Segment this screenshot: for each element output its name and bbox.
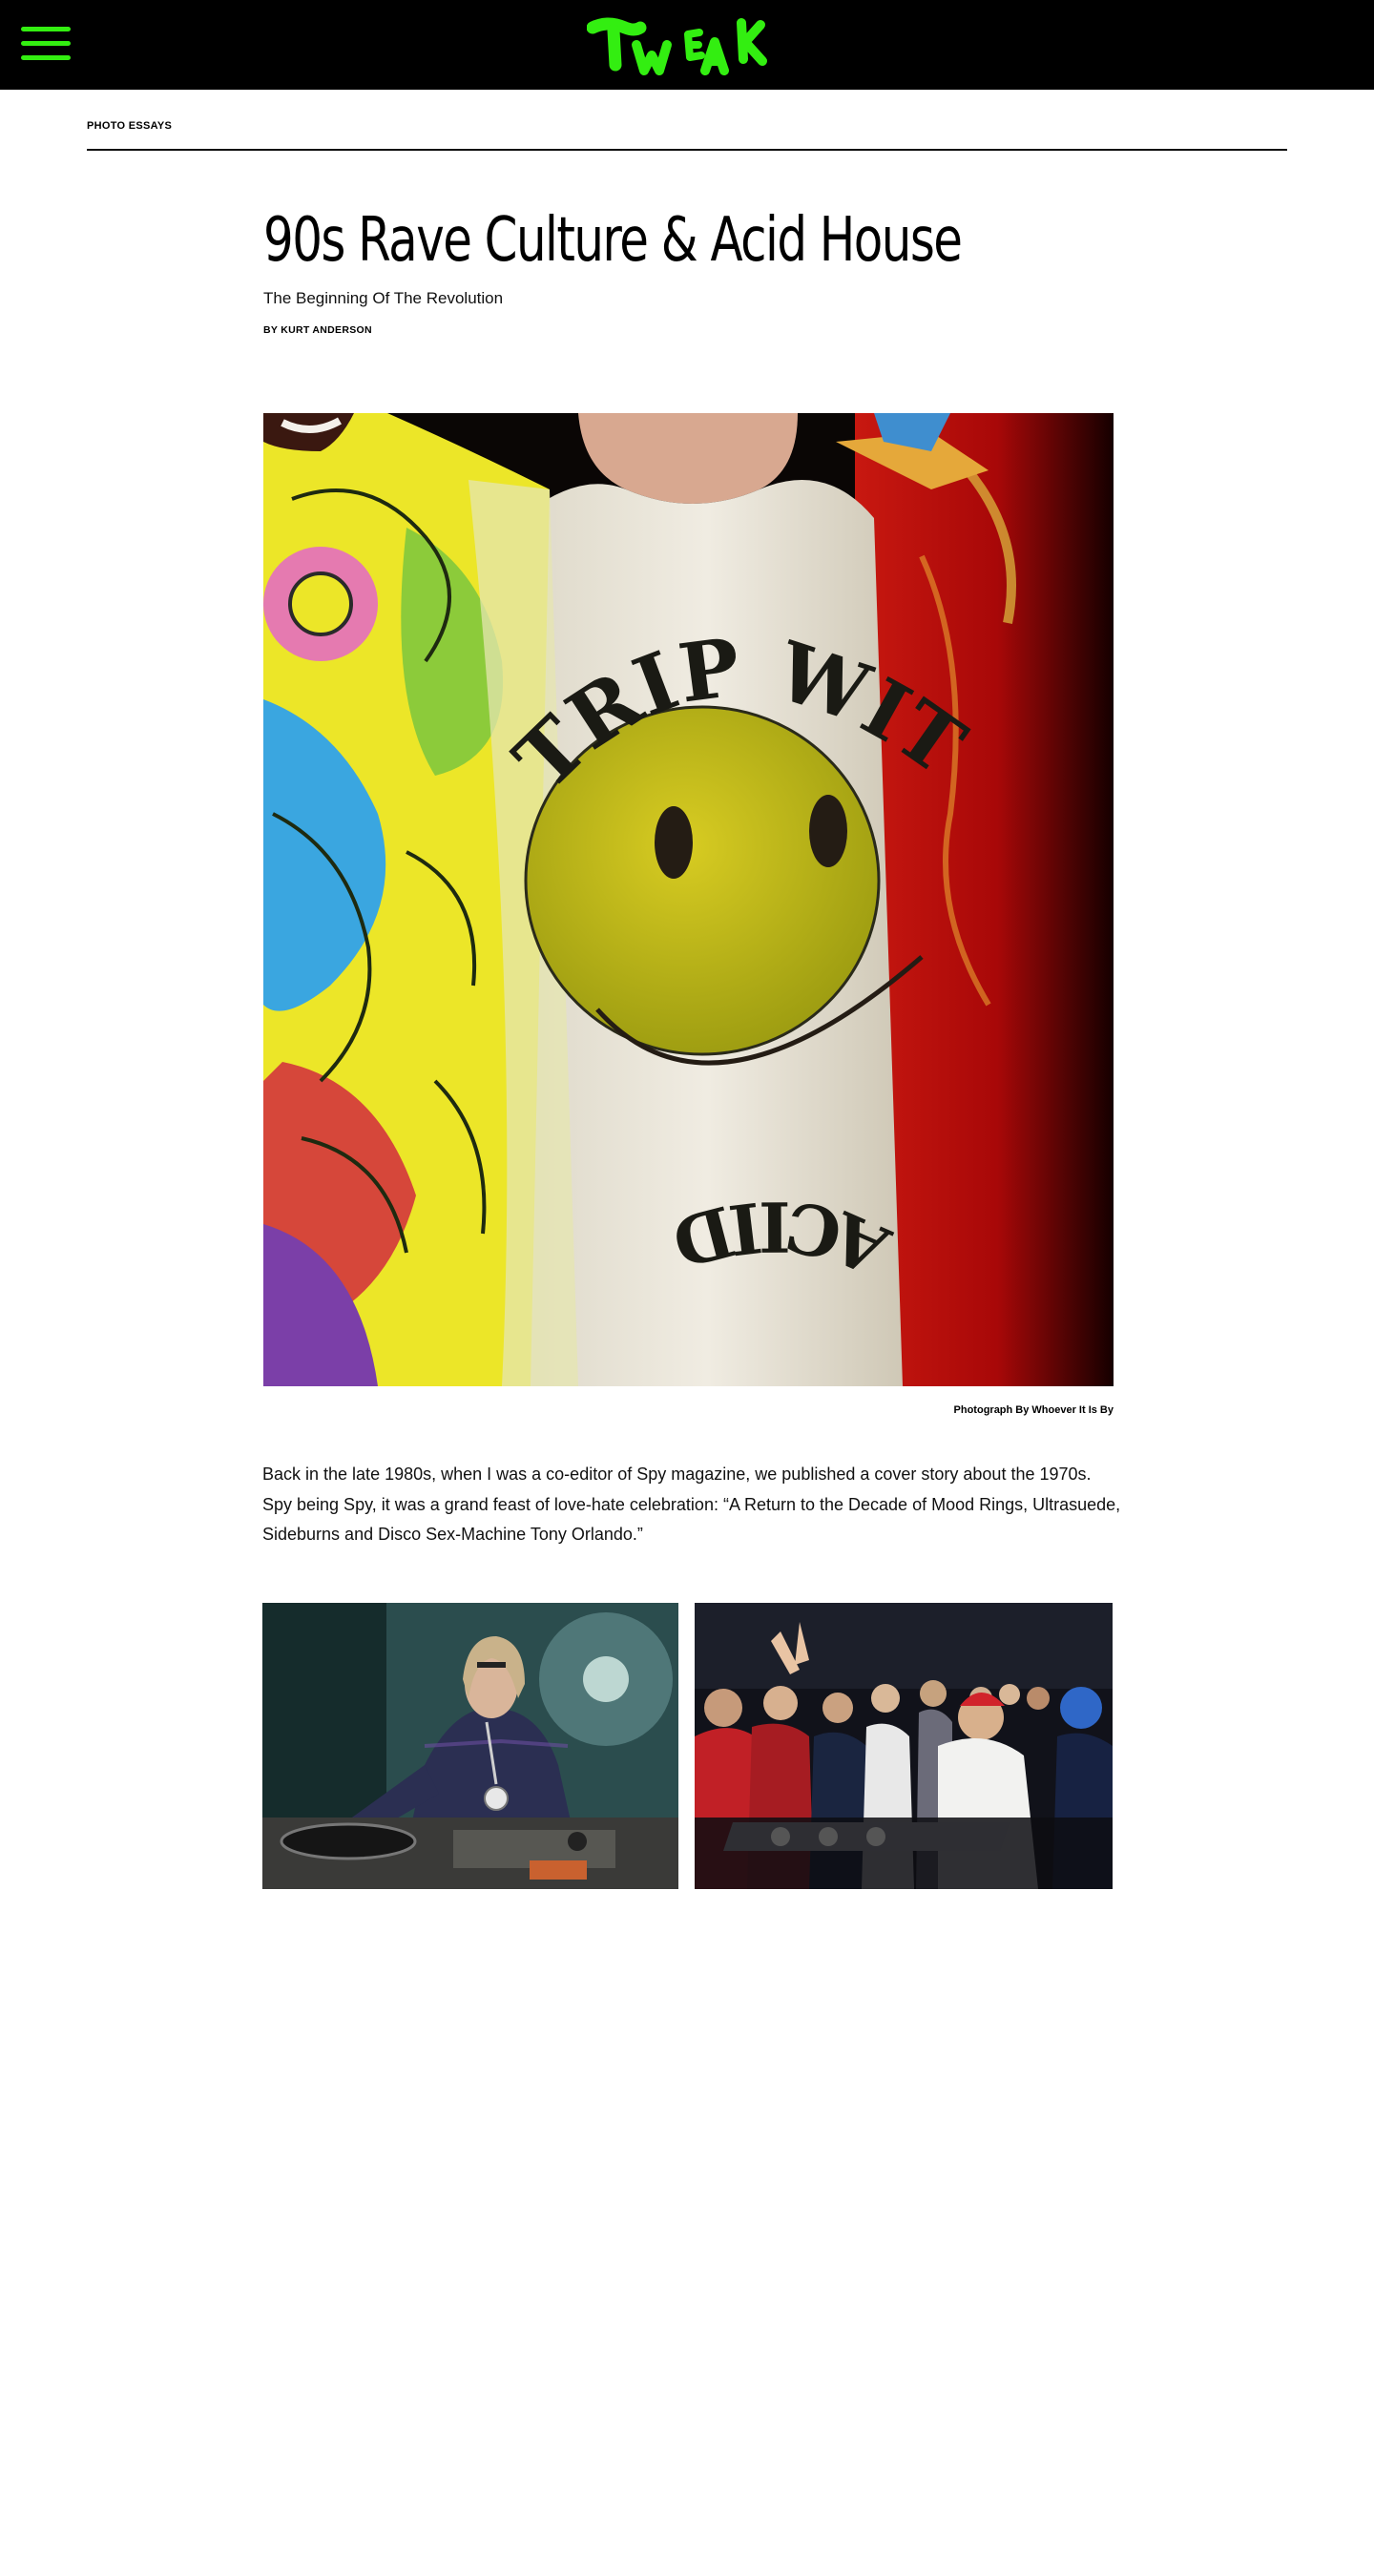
article-subtitle: The Beginning Of The Revolution bbox=[263, 289, 504, 307]
section-link-photo-essays[interactable]: PHOTO ESSAYS bbox=[87, 120, 172, 132]
site-header: TWEAK bbox=[0, 0, 1374, 90]
dj-at-turntables-photo bbox=[262, 1603, 678, 1889]
article-title: 90s Rave Culture & Acid House bbox=[263, 205, 963, 276]
hamburger-menu-icon[interactable] bbox=[21, 27, 71, 61]
rave-crowd-photo bbox=[695, 1603, 1113, 1889]
section-divider bbox=[87, 149, 1287, 151]
article-body-paragraph: Back in the late 1980s, when I was a co-… bbox=[262, 1465, 1121, 1544]
hero-photo: TRIP WITH ACIID bbox=[263, 413, 1114, 1386]
article-byline: BY KURT ANDERSON bbox=[263, 324, 372, 336]
logo-label: TWEAK bbox=[0, 0, 1, 1]
acid-smiley-tshirt-photo: TRIP WITH ACIID bbox=[263, 413, 1114, 1386]
photo-credit: Photograph By Whoever It Is By bbox=[953, 1404, 1114, 1416]
tweak-logo-icon bbox=[587, 17, 767, 75]
